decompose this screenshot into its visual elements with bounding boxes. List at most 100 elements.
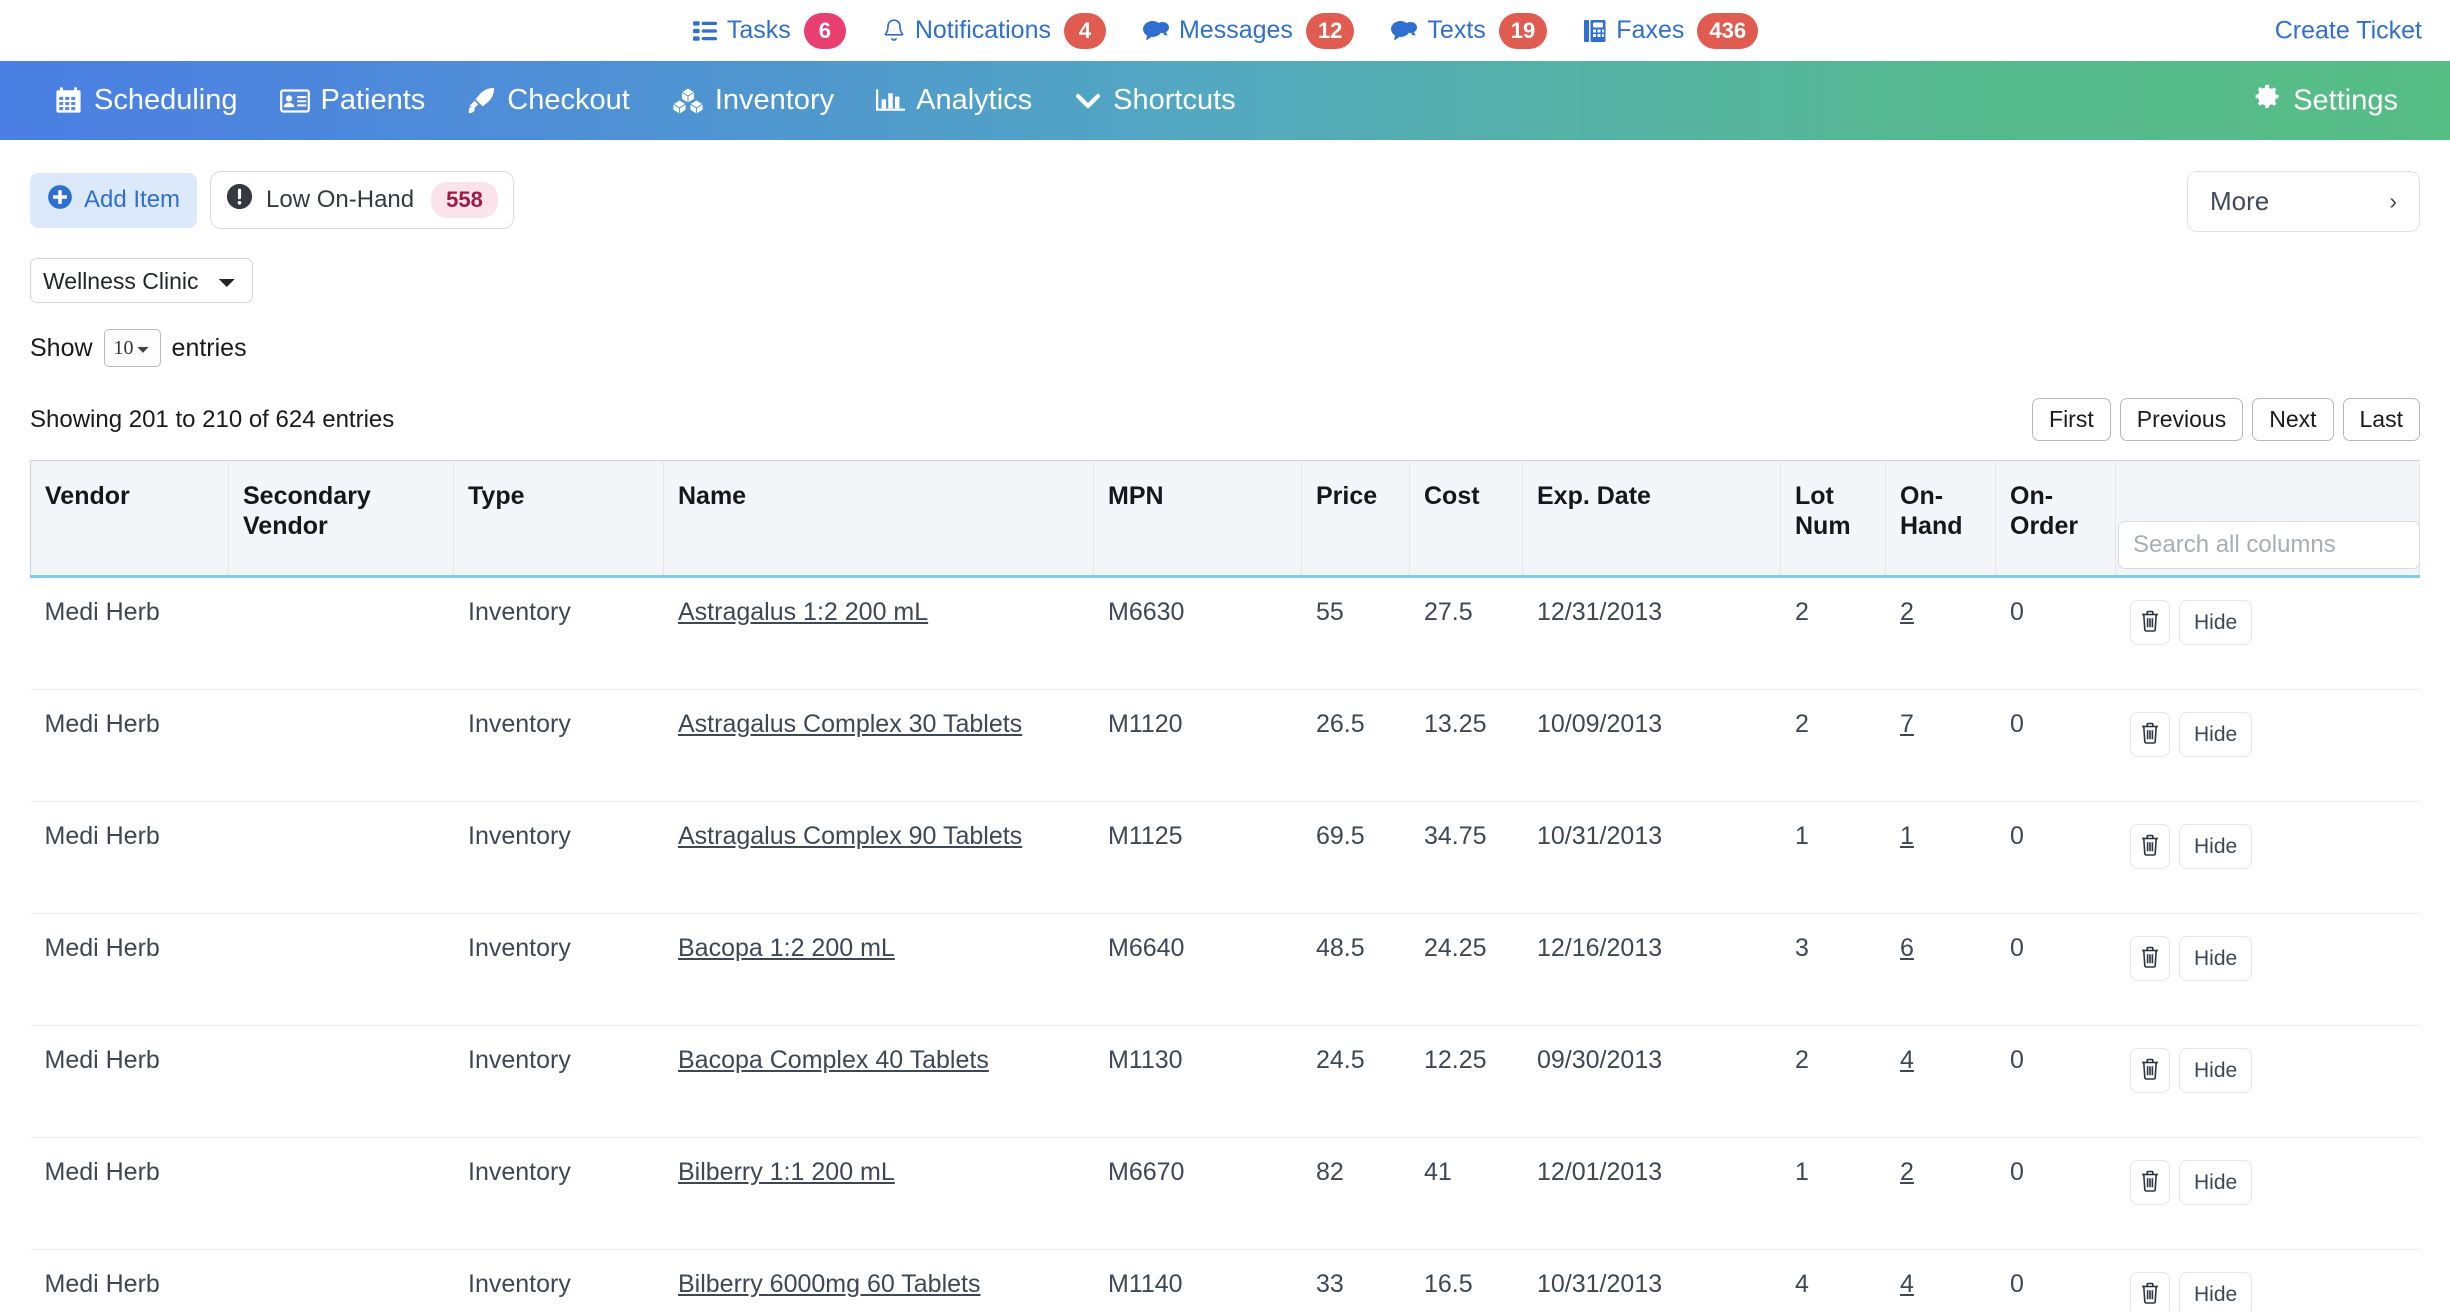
fax-icon [1583,18,1607,44]
top-link-label: Faxes [1616,16,1685,44]
cell-actions: Hide [2115,576,2420,690]
cell-secondary-vendor [228,913,454,1026]
tasks-count-badge: 6 [803,12,846,49]
texts-count-badge: 19 [1498,12,1548,49]
delete-row-button[interactable] [2130,1272,2170,1312]
delete-row-button[interactable] [2130,1160,2170,1205]
create-ticket-link[interactable]: Create Ticket [2275,16,2422,45]
add-item-label: Add Item [84,186,181,213]
column-header-type[interactable]: Type [453,460,664,578]
column-header-on-order[interactable]: On- Order [1995,460,2116,578]
column-header-exp-date[interactable]: Exp. Date [1522,460,1781,578]
on-hand-link[interactable]: 4 [1900,1046,1914,1074]
on-hand-link[interactable]: 1 [1900,822,1914,850]
cell-mpn: M1120 [1093,689,1302,802]
item-name-link[interactable]: Bilberry 1:1 200 mL [678,1158,895,1186]
column-header-price[interactable]: Price [1301,460,1410,578]
cell-name: Astragalus Complex 30 Tablets [663,689,1094,802]
column-header-on-hand[interactable]: On- Hand [1885,460,1996,578]
hide-row-button[interactable]: Hide [2179,1048,2253,1093]
hide-row-button[interactable]: Hide [2179,936,2253,981]
table-row: Medi Herb Inventory Astragalus Complex 30 … [30,689,2420,802]
item-name-link[interactable]: Astragalus Complex 90 Tablets [678,822,1022,850]
low-on-hand-button[interactable]: Low On-Hand 558 [210,171,514,229]
notifications-count-badge: 4 [1063,12,1106,49]
column-header-name[interactable]: Name [663,460,1094,578]
cell-lot-num: 4 [1780,1249,1886,1312]
top-link-notifications[interactable]: Notifications 4 [882,12,1106,49]
cell-mpn: M6670 [1093,1137,1302,1250]
delete-row-button[interactable] [2130,712,2170,757]
item-name-link[interactable]: Astragalus 1:2 200 mL [678,598,928,626]
on-hand-link[interactable]: 4 [1900,1270,1914,1298]
cell-name: Bilberry 6000mg 60 Tablets [663,1249,1094,1312]
entries-per-page-select[interactable]: 10 [103,329,161,367]
item-name-link[interactable]: Bilberry 6000mg 60 Tablets [678,1270,981,1298]
on-hand-link[interactable]: 6 [1900,934,1914,962]
hide-row-button[interactable]: Hide [2179,712,2253,757]
top-links-group: Tasks 6 Notifications 4 Messages 12 Text… [692,12,1759,49]
row-actions: Hide [2130,1046,2405,1093]
cell-price: 48.5 [1301,913,1410,1026]
hide-row-button[interactable]: Hide [2179,1160,2253,1205]
cell-type: Inventory [453,1249,664,1312]
on-hand-link[interactable]: 2 [1900,1158,1914,1186]
pagination-previous-button[interactable]: Previous [2119,398,2244,441]
chevron-right-icon: › [2389,188,2397,214]
delete-row-button[interactable] [2130,1048,2170,1093]
column-header-cost[interactable]: Cost [1409,460,1523,578]
hide-row-button[interactable]: Hide [2179,824,2253,869]
nav-item-patients[interactable]: Patients [279,84,425,117]
on-hand-link[interactable]: 7 [1900,710,1914,738]
hide-row-button[interactable]: Hide [2179,1272,2253,1312]
cell-on-hand: 2 [1885,1137,1996,1250]
cell-secondary-vendor [228,576,454,690]
add-item-button[interactable]: Add Item [30,172,198,228]
item-name-link[interactable]: Bacopa 1:2 200 mL [678,934,895,962]
hide-row-button[interactable]: Hide [2179,600,2253,645]
item-name-link[interactable]: Bacopa Complex 40 Tablets [678,1046,989,1074]
column-header-secondary-vendor[interactable]: Secondary Vendor [228,460,454,578]
top-link-faxes[interactable]: Faxes 436 [1583,12,1759,49]
nav-item-analytics[interactable]: Analytics [876,84,1032,117]
cell-price: 33 [1301,1249,1410,1312]
table-row: Medi Herb Inventory Bacopa Complex 40 Tabl… [30,1025,2420,1138]
column-header-lot-num[interactable]: Lot Num [1780,460,1886,578]
nav-item-inventory[interactable]: Inventory [671,84,834,117]
cell-cost: 34.75 [1409,801,1523,914]
top-link-texts[interactable]: Texts 19 [1390,12,1548,49]
column-header-vendor[interactable]: Vendor [30,460,229,578]
nav-item-shortcuts[interactable]: Shortcuts [1074,84,1236,117]
nav-item-settings[interactable]: Settings [2252,82,2398,119]
cell-cost: 13.25 [1409,689,1523,802]
top-link-tasks[interactable]: Tasks 6 [692,12,846,49]
delete-row-button[interactable] [2130,936,2170,981]
item-name-link[interactable]: Astragalus Complex 30 Tablets [678,710,1022,738]
cell-exp-date: 10/31/2013 [1522,1249,1781,1312]
pagination-first-button[interactable]: First [2032,398,2111,441]
cell-vendor: Medi Herb [30,576,229,690]
cell-type: Inventory [453,1025,664,1138]
cell-exp-date: 10/09/2013 [1522,689,1781,802]
on-hand-link[interactable]: 2 [1900,598,1914,626]
top-link-label: Texts [1427,16,1486,44]
cell-vendor: Medi Herb [30,689,229,802]
cell-lot-num: 3 [1780,913,1886,1026]
pagination-last-button[interactable]: Last [2342,398,2420,441]
pagination-next-button[interactable]: Next [2252,398,2334,441]
top-link-label: Notifications [914,16,1051,44]
delete-row-button[interactable] [2130,600,2170,645]
column-header-mpn[interactable]: MPN [1093,460,1302,578]
cell-actions: Hide [2115,913,2420,1026]
more-button[interactable]: More › [2187,171,2420,232]
delete-row-button[interactable] [2130,824,2170,869]
top-link-messages[interactable]: Messages 12 [1142,12,1355,49]
nav-item-scheduling[interactable]: Scheduling [54,84,238,117]
clinic-select[interactable]: Wellness Clinic [30,258,253,303]
trash-icon [2139,833,2161,860]
alert-circle-icon [226,183,253,217]
search-input[interactable] [2118,521,2420,569]
inventory-table-wrapper: Vendor Secondary Vendor Type Name MPN Pri… [30,460,2420,1312]
nav-item-checkout[interactable]: Checkout [467,84,630,117]
cell-lot-num: 1 [1780,1137,1886,1250]
